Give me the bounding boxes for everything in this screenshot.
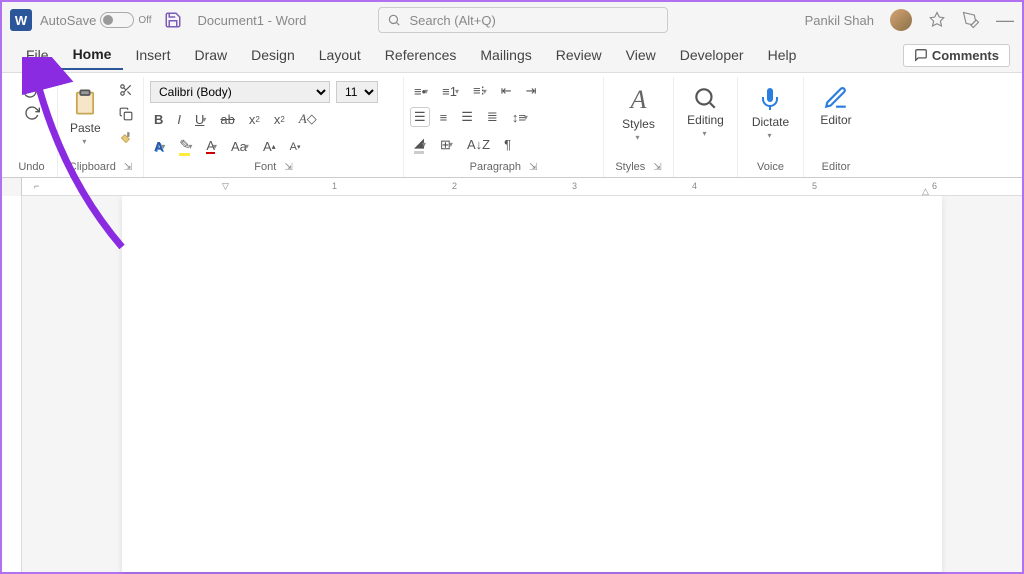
font-size-select[interactable]: 11	[336, 81, 378, 103]
underline-button[interactable]: U▾	[191, 110, 210, 129]
styles-launcher-icon[interactable]: ⇲	[653, 162, 661, 173]
change-case-button[interactable]: Aa▾	[227, 137, 253, 156]
tab-developer[interactable]: Developer	[668, 41, 756, 69]
decrease-indent-button[interactable]: ⇤	[497, 81, 516, 101]
superscript-button[interactable]: x2	[270, 110, 289, 129]
tab-mailings[interactable]: Mailings	[468, 41, 543, 69]
ribbon-tabs: File Home Insert Draw Design Layout Refe…	[2, 38, 1022, 72]
tab-home[interactable]: Home	[61, 40, 124, 70]
text-effects-button[interactable]: A▾	[150, 137, 169, 156]
sort-button[interactable]: A↓Z	[463, 135, 494, 154]
align-center-button[interactable]: ≡	[436, 108, 452, 127]
editor-button[interactable]: Editor	[814, 81, 857, 131]
increase-indent-button[interactable]: ⇥	[522, 81, 541, 101]
toggle-pill[interactable]	[100, 12, 134, 28]
show-marks-button[interactable]: ¶	[500, 135, 515, 154]
format-painter-button[interactable]	[115, 129, 137, 147]
cut-button[interactable]	[115, 81, 137, 99]
autosave-label: AutoSave	[40, 13, 96, 28]
styles-group-label: Styles	[615, 161, 645, 173]
user-avatar[interactable]	[890, 9, 912, 31]
paragraph-launcher-icon[interactable]: ⇲	[529, 162, 537, 173]
comments-button[interactable]: Comments	[903, 44, 1010, 67]
justify-button[interactable]: ≣	[483, 107, 502, 127]
font-name-select[interactable]: Calibri (Body)	[150, 81, 330, 103]
tab-design[interactable]: Design	[239, 41, 307, 69]
vertical-ruler[interactable]	[2, 196, 22, 572]
grow-font-button[interactable]: A▴	[259, 137, 280, 156]
search-icon	[387, 13, 401, 27]
tab-help[interactable]: Help	[756, 41, 809, 69]
document-area[interactable]	[22, 196, 1022, 572]
tab-review[interactable]: Review	[544, 41, 614, 69]
minimize-icon[interactable]: —	[996, 10, 1014, 31]
italic-button[interactable]: I	[173, 110, 185, 129]
document-page[interactable]	[122, 196, 942, 572]
dictate-button[interactable]: Dictate ▾	[746, 81, 795, 144]
styles-button[interactable]: A Styles ▾	[616, 81, 661, 146]
editor-group-label: Editor	[822, 161, 851, 173]
undo-group-label: Undo	[12, 159, 51, 177]
search-input[interactable]: Search (Alt+Q)	[378, 7, 668, 33]
clipboard-group-label: Clipboard	[69, 161, 116, 173]
autosave-state: Off	[138, 15, 151, 26]
pen-icon[interactable]	[962, 11, 980, 29]
paragraph-group-label: Paragraph	[470, 161, 521, 173]
shading-button[interactable]: ◢▾	[410, 133, 430, 156]
search-placeholder: Search (Alt+Q)	[409, 13, 495, 28]
font-launcher-icon[interactable]: ⇲	[284, 162, 292, 173]
editing-button[interactable]: Editing ▾	[681, 81, 730, 142]
tab-layout[interactable]: Layout	[307, 41, 373, 69]
line-spacing-button[interactable]: ↕≡▾	[508, 108, 532, 127]
premium-icon[interactable]	[928, 11, 946, 29]
horizontal-ruler[interactable]: ⌐ ▽ 1 2 3 4 5 6 △	[2, 178, 1022, 196]
bullets-button[interactable]: ≡•▾	[410, 82, 432, 101]
clear-formatting-button[interactable]: A◇	[295, 109, 321, 129]
shrink-font-button[interactable]: A▾	[286, 139, 305, 155]
tab-view[interactable]: View	[614, 41, 668, 69]
voice-group-label: Voice	[757, 161, 784, 173]
ribbon: ▾ Undo Paste ▾ Clipboard⇲ Calibri (Body	[2, 72, 1022, 178]
bold-button[interactable]: B	[150, 110, 167, 129]
autosave-toggle[interactable]: AutoSave Off	[40, 12, 152, 28]
numbering-button[interactable]: ≡1▾	[438, 82, 463, 101]
font-color-button[interactable]: A▾	[202, 137, 221, 156]
multilevel-list-button[interactable]: ≡⁝▾	[469, 81, 491, 101]
redo-button[interactable]	[19, 103, 45, 123]
strikethrough-button[interactable]: ab	[216, 110, 238, 129]
font-group-label: Font	[254, 161, 276, 173]
align-left-button[interactable]: ☰	[410, 107, 430, 127]
align-right-button[interactable]: ☰	[457, 107, 477, 127]
borders-button[interactable]: ⊞▾	[436, 135, 457, 155]
clipboard-launcher-icon[interactable]: ⇲	[124, 162, 132, 173]
undo-button[interactable]: ▾	[16, 81, 46, 101]
tab-insert[interactable]: Insert	[123, 41, 182, 69]
subscript-button[interactable]: x2	[245, 110, 264, 129]
document-title: Document1 - Word	[198, 13, 307, 28]
tab-draw[interactable]: Draw	[182, 41, 239, 69]
user-name[interactable]: Pankil Shah	[805, 13, 874, 28]
tab-file[interactable]: File	[14, 41, 61, 69]
copy-button[interactable]	[115, 105, 137, 123]
tab-references[interactable]: References	[373, 41, 469, 69]
paste-button[interactable]: Paste ▾	[64, 81, 107, 150]
highlight-button[interactable]: ✎▾	[175, 135, 196, 158]
word-app-icon: W	[10, 9, 32, 31]
save-icon[interactable]	[160, 9, 186, 31]
